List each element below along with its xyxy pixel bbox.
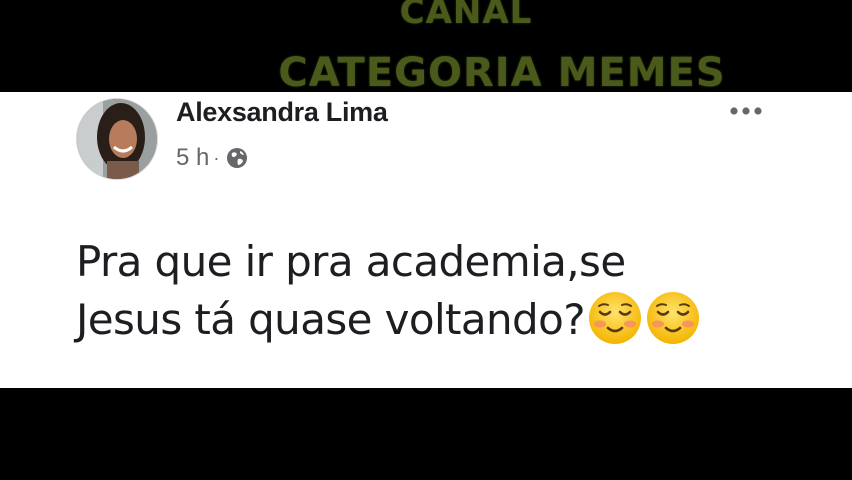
watermark-canal: CANAL bbox=[399, 0, 533, 32]
post-timestamp[interactable]: 5 h bbox=[176, 144, 209, 172]
avatar[interactable] bbox=[76, 98, 158, 180]
post-meta: 5 h · bbox=[176, 144, 249, 172]
watermark-categoria-memes: CATEGORIA MEMES bbox=[278, 50, 726, 96]
globe-icon bbox=[227, 148, 248, 168]
meta-separator: · bbox=[213, 147, 220, 168]
relieved-face-emoji bbox=[588, 292, 641, 344]
author-name[interactable]: Alexsandra Lima bbox=[176, 97, 388, 128]
post-text-line-2: Jesus tá quase voltando? bbox=[76, 290, 816, 348]
more-options-button[interactable] bbox=[726, 96, 766, 126]
post-card: Alexsandra Lima 5 h · Pra que ir pra aca… bbox=[0, 92, 852, 388]
post-text-line-1: Pra que ir pra academia,se bbox=[76, 237, 626, 286]
post-text: Pra que ir pra academia,se Jesus tá quas… bbox=[76, 234, 816, 348]
post-text-line-2-text: Jesus tá quase voltando? bbox=[76, 295, 586, 344]
more-options-icon bbox=[730, 107, 762, 115]
avatar-photo bbox=[77, 99, 157, 179]
relieved-face-emoji bbox=[646, 292, 699, 344]
